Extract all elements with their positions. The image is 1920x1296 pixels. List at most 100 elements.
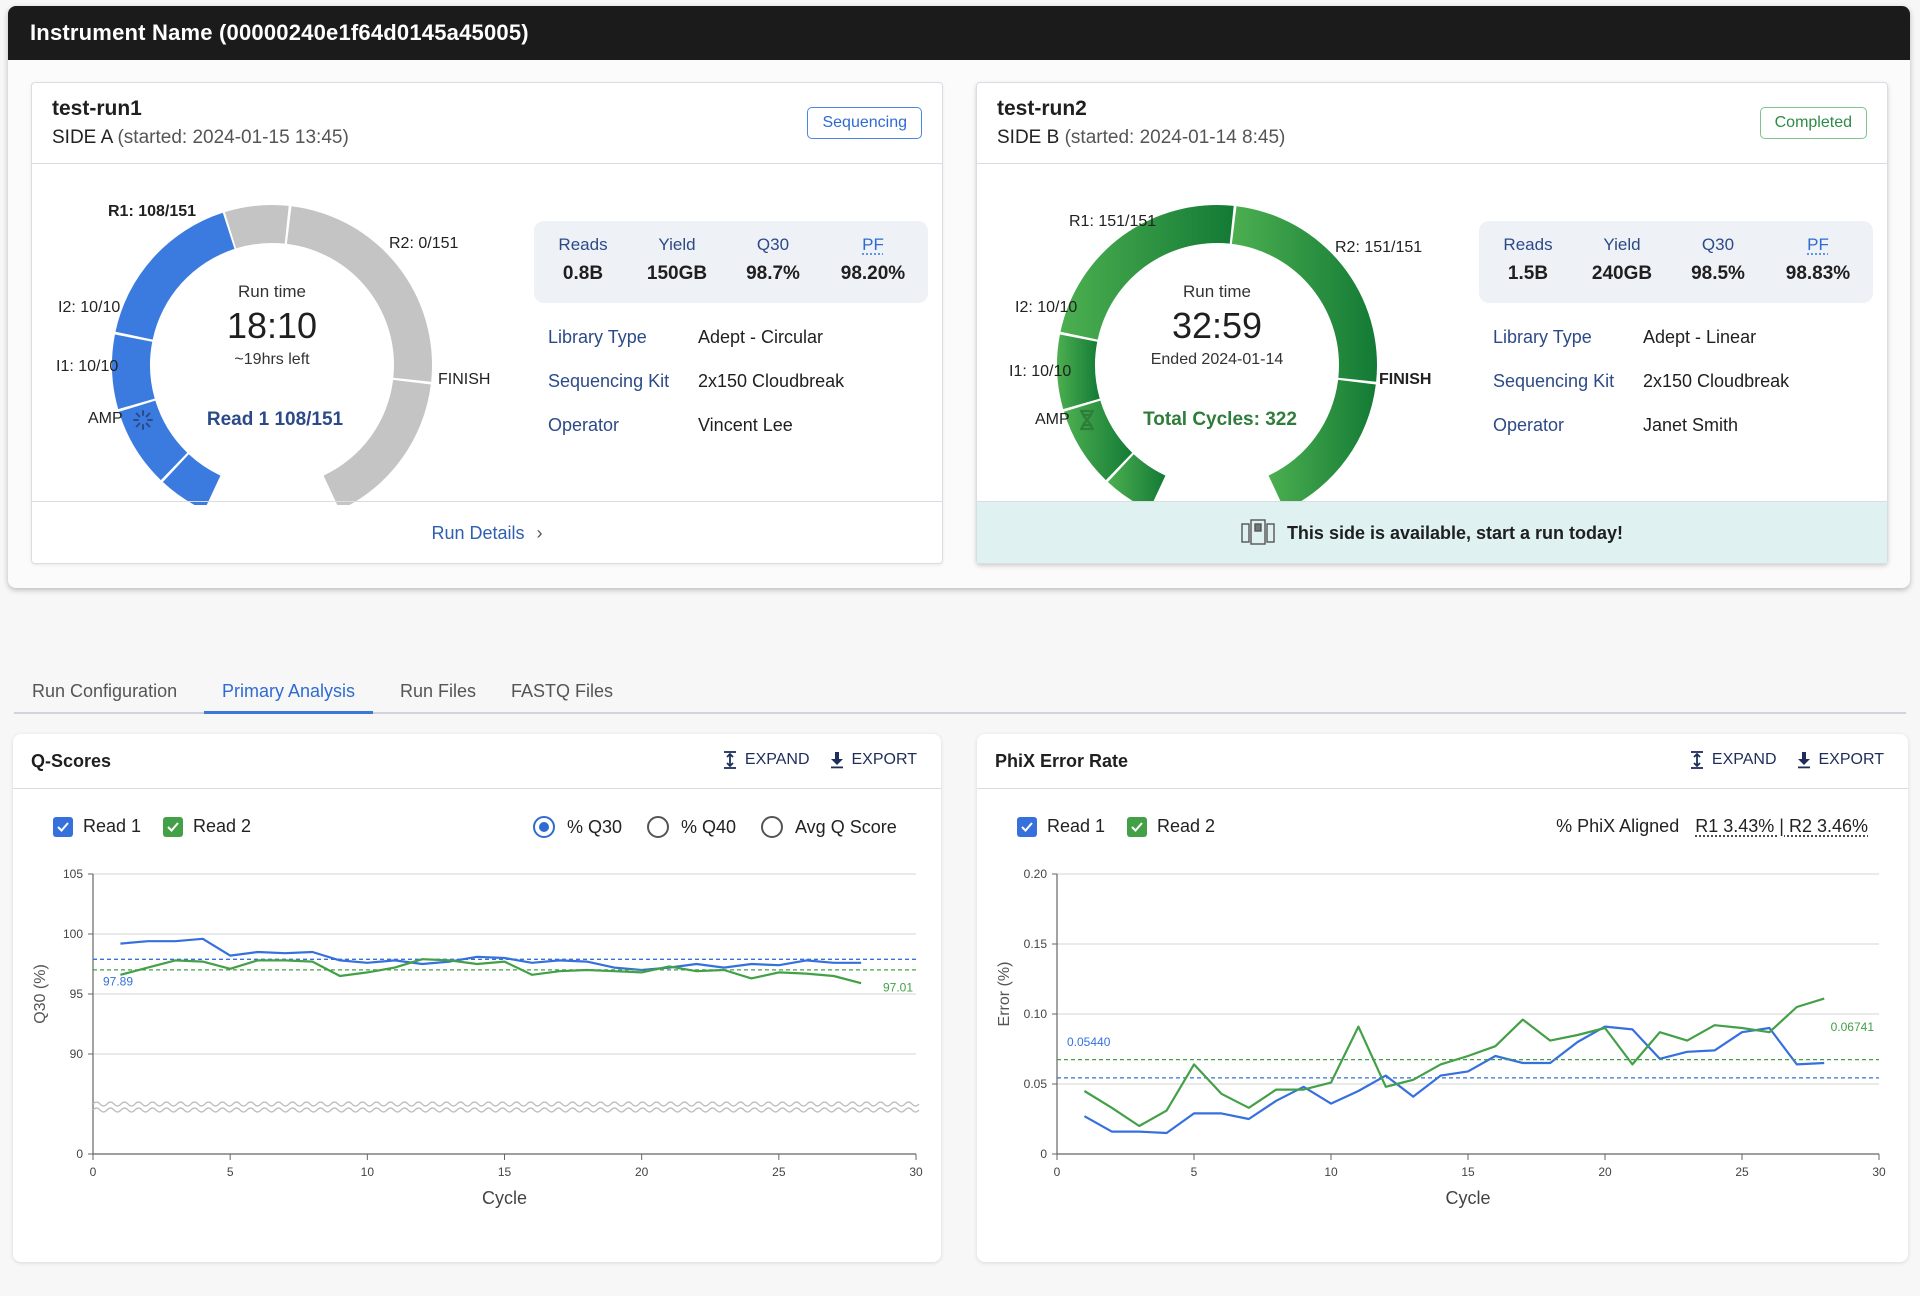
read1-checkbox[interactable]: Read 1 (1017, 816, 1105, 837)
progress-gauge: AMP I1: 10/10 I2: 10/10 R1: 151/151 R2: … (977, 165, 1447, 505)
x-tick-label: 30 (909, 1165, 923, 1179)
instrument-icon (1241, 508, 1275, 570)
stat-yield: Yield 150GB (628, 235, 726, 285)
run-card-header: test-run1 SIDE A (started: 2024-01-15 13… (32, 83, 942, 164)
x-axis-label: Cycle (1445, 1188, 1490, 1208)
tab-primary-analysis[interactable]: Primary Analysis (204, 678, 374, 714)
gauge-label-i1: I1: 10/10 (1009, 363, 1072, 380)
radio-label: Avg Q Score (795, 816, 897, 837)
run-stats: Reads 0.8B Yield 150GB Q30 98.7% PF 98.20% (534, 221, 928, 303)
end-date: Ended 2024-01-14 (1150, 351, 1284, 368)
read1-label: Read 1 (1047, 816, 1106, 836)
gauge-segment-r1-pending (224, 205, 289, 249)
expand-button[interactable]: EXPAND (1690, 751, 1777, 769)
gauge-label-r2: R2: 0/151 (389, 235, 459, 252)
stat-pf[interactable]: PF 98.83% (1769, 235, 1867, 285)
x-tick-label: 15 (498, 1165, 512, 1179)
started-time: (started: 2024-01-15 13:45) (117, 127, 349, 148)
run-stats: Reads 1.5B Yield 240GB Q30 98.5% PF 98.83% (1479, 221, 1873, 303)
meta-label: Library Type (1493, 327, 1592, 347)
stat-value: 98.83% (1785, 263, 1851, 284)
axis-break (92, 1107, 920, 1113)
chart-controls: Read 1 Read 2 % Q30 % Q40 Avg Q Score (13, 808, 941, 848)
stat-reads: Reads 0.8B (534, 235, 632, 285)
tab-run-configuration[interactable]: Run Configuration (14, 678, 195, 714)
meta-label: Sequencing Kit (1493, 371, 1615, 391)
gauge-label-finish: FINISH (438, 371, 491, 388)
y-tick-label: 0 (1040, 1147, 1047, 1161)
stat-q30: Q30 98.7% (724, 235, 822, 285)
x-tick-label: 25 (1735, 1165, 1749, 1179)
expand-label: EXPAND (744, 751, 810, 768)
expand-button[interactable]: EXPAND (723, 751, 810, 769)
y-tick-label: 100 (63, 927, 83, 941)
pf-tooltip-trigger[interactable]: PF (824, 235, 922, 255)
meta-label: Library Type (548, 327, 647, 347)
y-tick-label: 0.15 (1024, 937, 1048, 951)
stat-value: 98.20% (840, 263, 906, 284)
meta-label: Sequencing Kit (548, 371, 670, 391)
mean-label-read1: 0.05440 (1067, 1035, 1111, 1049)
pf-tooltip-trigger[interactable]: PF (1769, 235, 1867, 255)
export-label: EXPORT (1818, 751, 1885, 768)
instrument-title: Instrument Name (00000240e1f64d0145a4500… (8, 6, 1910, 60)
tab-fastq-files[interactable]: FASTQ Files (493, 678, 631, 714)
stat-label: Yield (1603, 235, 1641, 254)
y-tick-label: 0.20 (1024, 867, 1048, 881)
stat-reads: Reads 1.5B (1479, 235, 1577, 285)
export-button[interactable]: EXPORT (1797, 751, 1885, 769)
meta-value: Vincent Lee (698, 415, 793, 435)
stat-value: 240GB (1591, 263, 1653, 284)
stat-label: Q30 (756, 235, 790, 254)
meta-label: Operator (548, 415, 620, 435)
axis-break (92, 1101, 920, 1107)
y-tick-label: 0.10 (1024, 1007, 1048, 1021)
x-axis-label: Cycle (482, 1188, 527, 1208)
stat-label: Q30 (1701, 235, 1735, 254)
download-icon (830, 752, 843, 769)
radio-q30[interactable]: % Q30 (533, 816, 622, 838)
export-button[interactable]: EXPORT (830, 751, 917, 769)
mean-label-read1: 97.89 (103, 975, 133, 989)
read2-checkbox[interactable]: Read 2 (163, 816, 251, 837)
x-tick-label: 5 (227, 1165, 234, 1179)
gauge-segment-i2-done (111, 334, 155, 410)
phix-aligned-values[interactable]: R1 3.43% | R2 3.46% (1695, 816, 1868, 836)
y-axis-label: Q30 (%) (32, 964, 49, 1024)
gauge-label-r1: R1: 108/151 (108, 203, 197, 220)
analysis-tabs: Run Configuration Primary Analysis Run F… (14, 670, 1906, 714)
radio-q40[interactable]: % Q40 (647, 816, 736, 838)
total-cycles-text: Total Cycles: 322 (1143, 409, 1297, 430)
start-run-banner[interactable]: This side is available, start a run toda… (977, 501, 1887, 563)
tab-run-files[interactable]: Run Files (382, 678, 494, 714)
read2-checkbox[interactable]: Read 2 (1127, 816, 1215, 837)
run-card-header: test-run2 SIDE B (started: 2024-01-14 8:… (977, 83, 1887, 164)
panel-title: Q-Scores (31, 751, 112, 771)
stat-value: 98.5% (1691, 263, 1745, 284)
phix-aligned-label: % PhiX Aligned (1556, 816, 1680, 836)
meta-value: 2x150 Cloudbreak (698, 371, 845, 391)
radio-avg-q[interactable]: Avg Q Score (761, 816, 897, 838)
run-details-link[interactable]: Run Details › (32, 501, 942, 563)
x-tick-label: 0 (1054, 1165, 1061, 1179)
time-remaining: ~19hrs left (234, 351, 310, 368)
read1-checkbox[interactable]: Read 1 (53, 816, 141, 837)
gauge-label-r2: R2: 151/151 (1335, 239, 1423, 256)
stat-pf[interactable]: PF 98.20% (824, 235, 922, 285)
started-time: (started: 2024-01-14 8:45) (1064, 127, 1286, 148)
x-tick-label: 15 (1461, 1165, 1475, 1179)
radio-label: % Q30 (567, 816, 623, 837)
stat-label: Reads (558, 235, 608, 254)
run-name: test-run1 (52, 97, 142, 120)
gauge-label-amp: AMP (88, 410, 123, 427)
y-tick-label: 90 (70, 1047, 84, 1061)
stat-value: 150GB (646, 263, 708, 284)
read2-label: Read 2 (1157, 816, 1216, 836)
gauge-label-i2: I2: 10/10 (1015, 299, 1078, 316)
x-tick-label: 5 (1191, 1165, 1198, 1179)
phix-panel: PhiX Error Rate EXPAND EXPORT Read 1 Rea… (977, 734, 1908, 1262)
series-read1 (120, 937, 862, 972)
total-cycles: Total Cycles: 322 (1077, 409, 1357, 431)
run-side: SIDE A (started: 2024-01-15 13:45) (52, 127, 922, 149)
qscores-panel: Q-Scores EXPAND EXPORT Read 1 Read 2 % Q… (13, 734, 941, 1262)
